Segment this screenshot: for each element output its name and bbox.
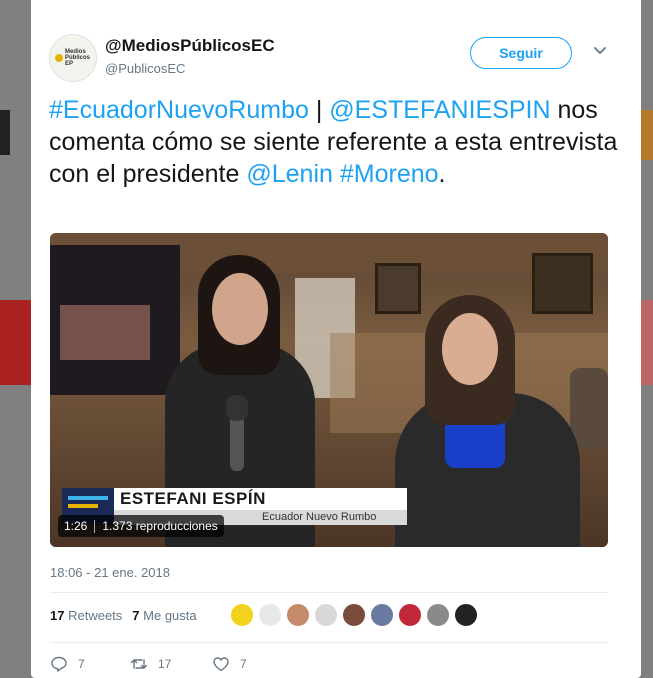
microphone — [226, 395, 248, 421]
heart-icon — [213, 657, 229, 672]
avatar[interactable] — [314, 603, 338, 627]
background-fragment — [0, 110, 10, 155]
retweets-stat[interactable]: 17 Retweets — [50, 608, 122, 623]
likes-label: Me gusta — [143, 608, 197, 623]
video-info-badge: 1:26 1.373 reproducciones — [58, 515, 224, 537]
tweet-header: Medios Públicos EP @MediosPúblicosEC @Pu… — [47, 32, 625, 84]
avatar[interactable]: Medios Públicos EP — [49, 34, 97, 82]
tweet-card: Medios Públicos EP @MediosPúblicosEC @Pu… — [31, 0, 641, 678]
text-space — [333, 160, 340, 188]
hashtag-link[interactable]: #Moreno — [340, 160, 439, 188]
video-frame-detail — [212, 273, 268, 345]
liker-avatars — [230, 603, 478, 627]
retweet-icon — [130, 659, 148, 669]
video-frame-detail — [570, 368, 608, 448]
likes-count: 7 — [132, 608, 140, 623]
avatar-logo-text: Medios Públicos EP — [65, 49, 91, 67]
avatar[interactable] — [342, 603, 366, 627]
avatar[interactable] — [398, 603, 422, 627]
retweet-count: 17 — [158, 657, 172, 671]
avatar[interactable] — [426, 603, 450, 627]
retweets-label: Retweets — [68, 608, 123, 623]
lower-third-name: ESTEFANI ESPÍN — [120, 489, 266, 508]
video-frame-detail — [375, 263, 421, 314]
follow-button[interactable]: Seguir — [470, 37, 572, 69]
video-frame-detail — [442, 313, 498, 385]
avatar[interactable] — [258, 603, 282, 627]
video-views: 1.373 reproducciones — [102, 519, 218, 533]
video-frame-detail — [50, 245, 180, 395]
video-player[interactable]: ESTEFANI ESPÍN Ecuador Nuevo Rumbo 1:26 … — [50, 233, 608, 547]
text-separator: | — [308, 96, 330, 124]
chevron-down-icon[interactable] — [592, 42, 608, 58]
mention-link[interactable]: @Lenin — [246, 160, 333, 188]
avatar[interactable] — [454, 603, 478, 627]
reply-button[interactable]: 7 — [50, 655, 85, 673]
hashtag-link[interactable]: #EcuadorNuevoRumbo — [49, 96, 309, 124]
like-count: 7 — [240, 657, 247, 671]
lower-third-show: Ecuador Nuevo Rumbo — [262, 511, 377, 523]
avatar[interactable] — [286, 603, 310, 627]
avatar[interactable] — [370, 603, 394, 627]
retweet-button[interactable]: 17 — [130, 655, 171, 673]
video-duration: 1:26 — [64, 519, 88, 533]
tweet-text: #EcuadorNuevoRumbo | @ESTEFANIESPIN nos … — [49, 94, 629, 190]
logo-mark-icon — [55, 54, 63, 62]
divider — [50, 592, 608, 593]
likes-stat[interactable]: 7 Me gusta — [132, 608, 196, 623]
text-end: . — [438, 160, 446, 188]
user-handle[interactable]: @PublicosEC — [105, 61, 185, 76]
tweet-stats: 17 Retweets 7 Me gusta — [50, 608, 197, 623]
reply-count: 7 — [78, 657, 85, 671]
like-button[interactable]: 7 — [212, 655, 247, 673]
tweet-actions: 7 17 7 — [50, 655, 350, 675]
background-fragment — [641, 110, 653, 160]
divider — [50, 642, 608, 643]
retweets-count: 17 — [50, 608, 65, 623]
display-name[interactable]: @MediosPúblicosEC — [105, 36, 275, 56]
mention-link[interactable]: @ESTEFANIESPIN — [329, 96, 550, 124]
video-frame-detail — [532, 253, 593, 314]
background-fragment — [641, 300, 653, 385]
avatar[interactable] — [230, 603, 254, 627]
reply-icon — [51, 656, 67, 672]
tweet-timestamp[interactable]: 18:06 - 21 ene. 2018 — [50, 565, 170, 580]
